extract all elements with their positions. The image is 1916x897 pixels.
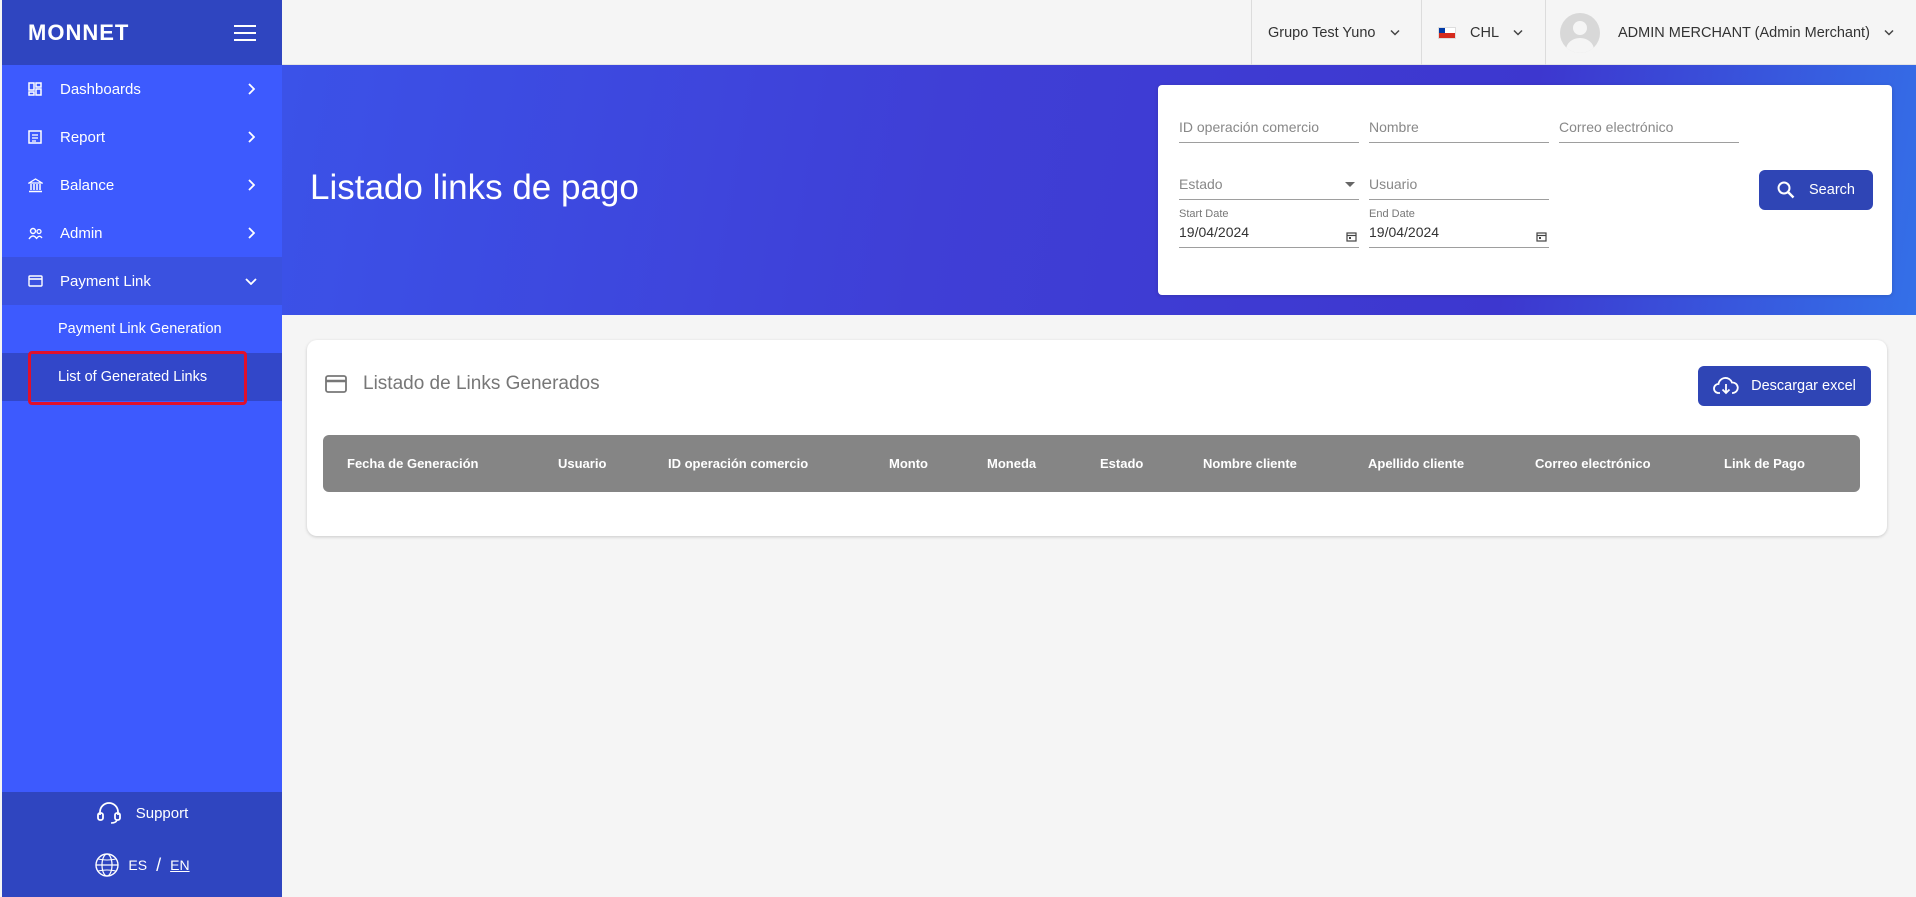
chevron-down-icon: [1389, 29, 1400, 36]
sidebar: MONNET Dashboards Report Balance Admin P…: [2, 0, 282, 897]
topbar: Grupo Test Yuno CHL ADMIN MERCHANT (Admi…: [282, 0, 1916, 65]
sidebar-item-report[interactable]: Report: [2, 113, 282, 161]
dashboard-icon: [26, 80, 44, 98]
calendar-icon[interactable]: [1536, 229, 1547, 247]
sidebar-item-label: Payment Link: [60, 272, 151, 290]
users-icon: [26, 224, 44, 242]
dropdown-arrow-icon: [1345, 182, 1355, 187]
sidebar-subitem-label: List of Generated Links: [58, 369, 208, 385]
operation-id-field[interactable]: [1179, 113, 1359, 143]
group-selector[interactable]: Grupo Test Yuno: [1251, 0, 1421, 65]
download-excel-label: Descargar excel: [1751, 378, 1856, 394]
bank-icon: [26, 176, 44, 194]
sidebar-item-label: Admin: [60, 224, 103, 242]
globe-icon: [95, 853, 120, 877]
list-title: Listado de Links Generados: [325, 373, 600, 395]
start-date-field[interactable]: Start Date: [1179, 208, 1359, 248]
lang-separator: /: [156, 854, 162, 875]
sidebar-item-payment-link[interactable]: Payment Link: [2, 257, 282, 305]
headset-icon: [96, 802, 121, 824]
column-header[interactable]: Fecha de Generación: [347, 435, 479, 492]
cloud-download-icon: [1713, 377, 1739, 395]
menu-toggle-icon[interactable]: [234, 24, 256, 41]
support-label: Support: [135, 804, 189, 822]
email-input[interactable]: [1559, 113, 1739, 141]
name-field[interactable]: [1369, 113, 1549, 143]
lang-en[interactable]: EN: [170, 857, 189, 873]
user-label: ADMIN MERCHANT (Admin Merchant): [1618, 24, 1870, 41]
chevron-right-icon: [244, 82, 258, 96]
column-header[interactable]: Usuario: [558, 435, 606, 492]
operation-id-input[interactable]: [1179, 113, 1359, 141]
user-menu[interactable]: ADMIN MERCHANT (Admin Merchant): [1545, 0, 1916, 65]
user-input[interactable]: [1369, 170, 1549, 198]
lang-es[interactable]: ES: [128, 857, 147, 873]
chevron-down-icon: [244, 274, 258, 288]
start-date-input[interactable]: [1179, 220, 1359, 244]
search-button[interactable]: Search: [1759, 170, 1873, 210]
column-header[interactable]: ID operación comercio: [668, 435, 808, 492]
search-icon: [1777, 181, 1795, 199]
sidebar-item-balance[interactable]: Balance: [2, 161, 282, 209]
currency-selector[interactable]: CHL: [1421, 0, 1545, 65]
list-title-text: Listado de Links Generados: [363, 373, 600, 394]
language-switcher: ES / EN: [2, 850, 282, 880]
sidebar-footer: Support ES / EN: [2, 792, 282, 897]
download-excel-button[interactable]: Descargar excel: [1698, 366, 1871, 406]
card-icon: [325, 375, 347, 393]
sidebar-subitem-payment-link-generation[interactable]: Payment Link Generation: [2, 305, 282, 353]
logo-bar: MONNET: [2, 0, 282, 65]
avatar: [1560, 12, 1600, 53]
end-date-label: End Date: [1369, 208, 1415, 220]
name-input[interactable]: [1369, 113, 1549, 141]
column-header[interactable]: Nombre cliente: [1203, 435, 1297, 492]
support-link[interactable]: Support: [2, 800, 282, 826]
search-label: Search: [1809, 182, 1855, 198]
user-field[interactable]: [1369, 170, 1549, 200]
filter-card: Start Date End Date Search: [1158, 85, 1892, 295]
chevron-down-icon: [1884, 29, 1894, 36]
chevron-down-icon: [1513, 29, 1523, 36]
table-header: Fecha de Generación Usuario ID operación…: [323, 435, 1860, 492]
sidebar-item-label: Balance: [60, 176, 115, 194]
status-input[interactable]: [1179, 170, 1359, 198]
sidebar-item-label: Report: [60, 128, 106, 146]
status-select[interactable]: [1179, 170, 1359, 200]
chevron-right-icon: [244, 178, 258, 192]
calendar-icon[interactable]: [1346, 229, 1357, 247]
chile-flag-icon: [1438, 26, 1456, 39]
sidebar-item-admin[interactable]: Admin: [2, 209, 282, 257]
column-header[interactable]: Estado: [1100, 435, 1143, 492]
email-field[interactable]: [1559, 113, 1739, 143]
chevron-right-icon: [244, 226, 258, 240]
sidebar-subitem-list-generated-links[interactable]: List of Generated Links: [2, 353, 282, 401]
start-date-label: Start Date: [1179, 208, 1229, 220]
column-header[interactable]: Apellido cliente: [1368, 435, 1464, 492]
sidebar-subitem-label: Payment Link Generation: [58, 321, 222, 337]
logo: MONNET: [28, 19, 130, 45]
column-header[interactable]: Monto: [889, 435, 928, 492]
sidebar-item-dashboards[interactable]: Dashboards: [2, 65, 282, 113]
end-date-input[interactable]: [1369, 220, 1549, 244]
links-list-card: Listado de Links Generados Descargar exc…: [307, 340, 1887, 536]
card-icon: [26, 272, 44, 290]
currency-label: CHL: [1470, 24, 1500, 41]
column-header[interactable]: Correo electrónico: [1535, 435, 1651, 492]
sidebar-item-label: Dashboards: [60, 80, 141, 98]
column-header[interactable]: Link de Pago: [1724, 435, 1805, 492]
page-title: Listado links de pago: [310, 168, 639, 207]
column-header[interactable]: Moneda: [987, 435, 1036, 492]
chevron-right-icon: [244, 130, 258, 144]
report-icon: [26, 128, 44, 146]
group-label: Grupo Test Yuno: [1268, 24, 1376, 41]
end-date-field[interactable]: End Date: [1369, 208, 1549, 248]
